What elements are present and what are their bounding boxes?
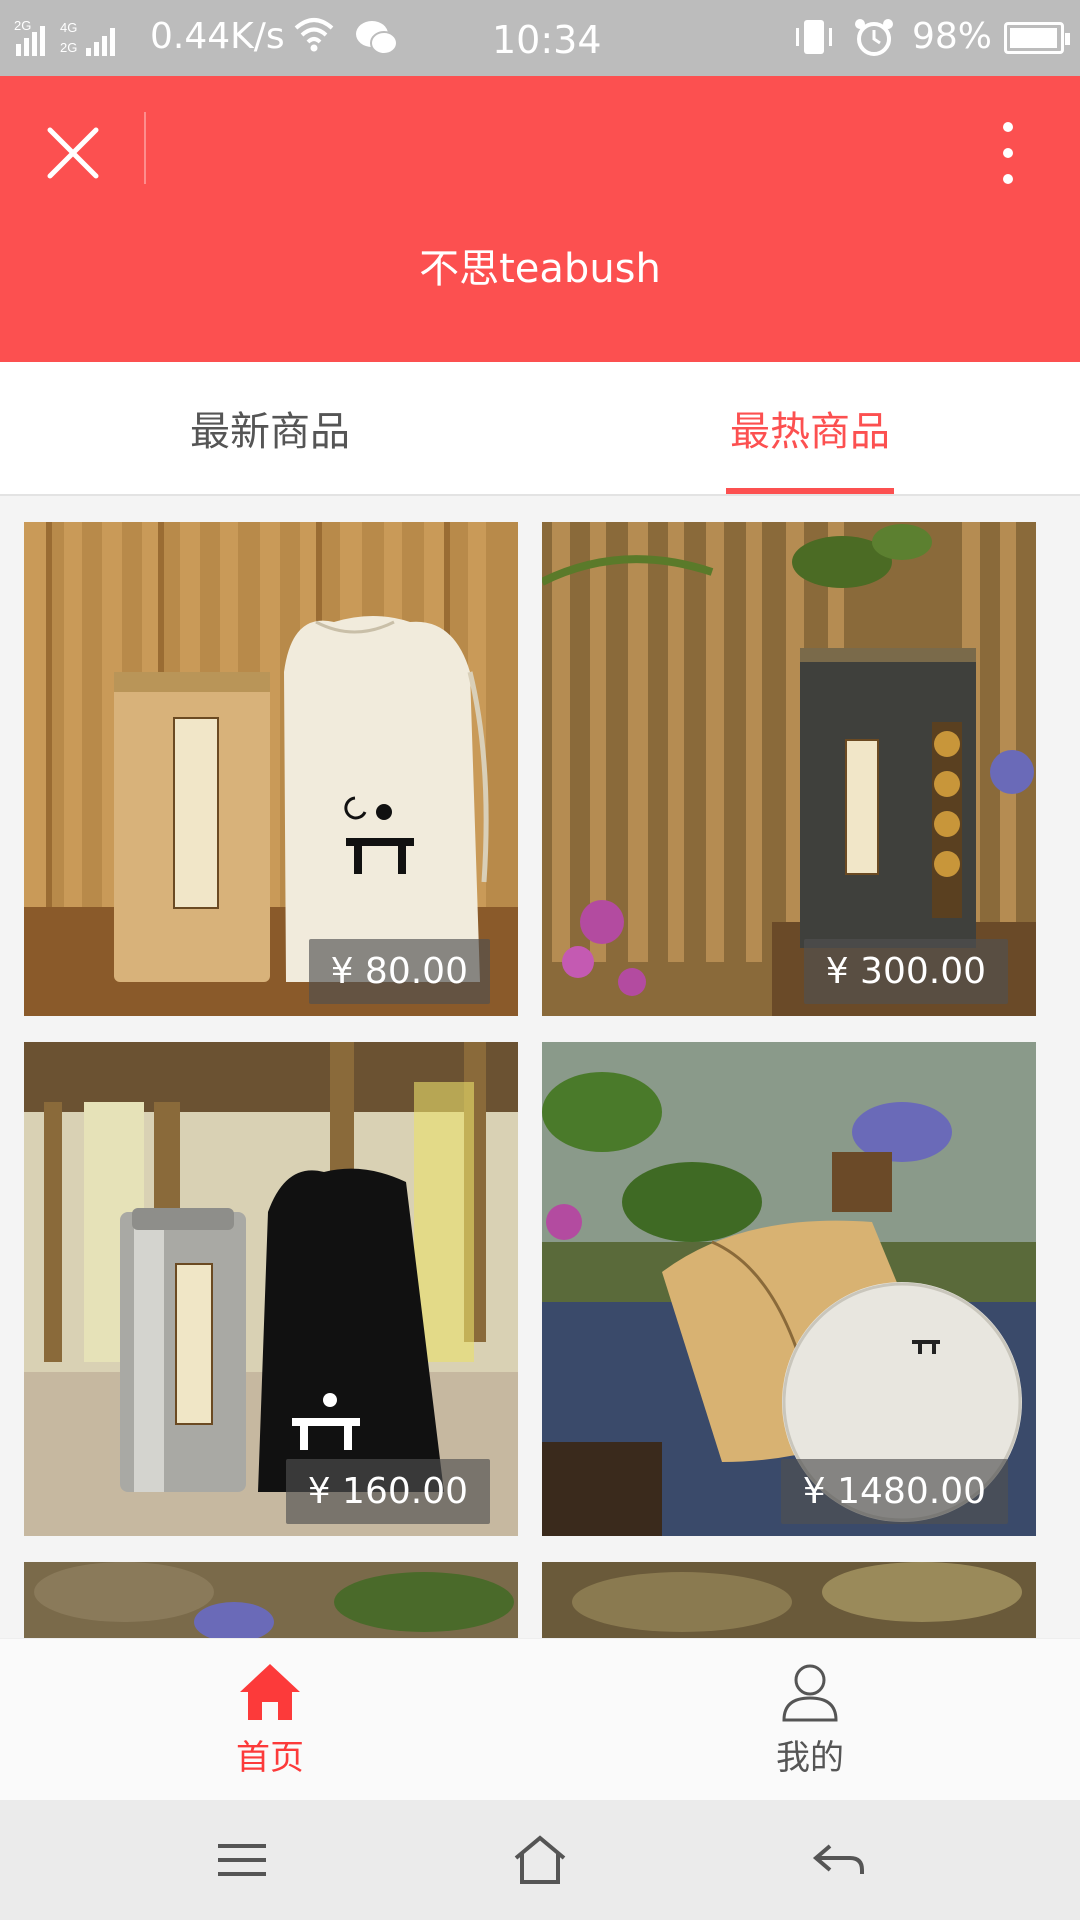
product-price: ¥ 80.00 <box>308 939 490 1004</box>
wifi-icon <box>292 14 336 63</box>
product-grid: ¥ 80.00 ¥ 300.00 ¥ 160.00 ¥ 1480.00 <box>0 496 1080 1638</box>
network-speed: 0.44K/s <box>150 16 285 57</box>
product-card[interactable] <box>24 1562 518 1638</box>
signal-icon: 2G 4G 2G <box>14 18 144 58</box>
clock: 10:34 <box>492 18 602 62</box>
page-title: 不思teabush <box>419 246 661 292</box>
status-bar: 2G 4G 2G 0.44K/s 10:34 98% <box>0 0 1080 76</box>
nav-home[interactable]: 首页 <box>0 1639 540 1801</box>
product-price: ¥ 1480.00 <box>780 1459 1008 1524</box>
product-card[interactable]: ¥ 1480.00 <box>542 1042 1036 1536</box>
nav-home-label: 首页 <box>236 1737 304 1778</box>
svg-text:2G: 2G <box>14 18 31 33</box>
product-card[interactable]: ¥ 80.00 <box>24 522 518 1016</box>
home-outline-icon[interactable] <box>510 1832 570 1888</box>
product-image <box>542 1562 1036 1638</box>
bottom-nav: 首页 我的 <box>0 1638 1080 1800</box>
user-icon <box>782 1664 838 1721</box>
home-icon <box>240 1663 300 1720</box>
app-header: 不思teabush <box>0 76 1080 362</box>
battery-percent: 98% <box>912 16 993 57</box>
wechat-icon <box>354 18 400 67</box>
product-price: ¥ 300.00 <box>803 939 1008 1004</box>
active-tab-indicator <box>726 488 894 494</box>
product-card[interactable] <box>542 1562 1036 1638</box>
alarm-icon <box>852 16 896 67</box>
menu-icon[interactable] <box>212 1832 272 1888</box>
tab-bar: 最新商品 最热商品 <box>0 362 1080 496</box>
nav-me[interactable]: 我的 <box>540 1639 1080 1801</box>
battery-icon <box>1004 22 1070 54</box>
product-card[interactable]: ¥ 300.00 <box>542 522 1036 1016</box>
system-nav-bar <box>0 1800 1080 1920</box>
product-image <box>24 1562 518 1638</box>
tab-hottest[interactable]: 最热商品 <box>540 362 1080 494</box>
close-icon[interactable] <box>36 116 110 190</box>
back-icon[interactable] <box>808 1832 868 1888</box>
nav-me-label: 我的 <box>776 1737 844 1778</box>
more-vertical-icon[interactable] <box>990 116 1026 190</box>
product-price: ¥ 160.00 <box>285 1459 490 1524</box>
tab-newest[interactable]: 最新商品 <box>0 362 540 494</box>
svg-text:2G: 2G <box>60 40 77 55</box>
header-divider <box>144 112 146 184</box>
vibrate-icon <box>792 16 836 67</box>
svg-text:4G: 4G <box>60 20 77 35</box>
product-card[interactable]: ¥ 160.00 <box>24 1042 518 1536</box>
